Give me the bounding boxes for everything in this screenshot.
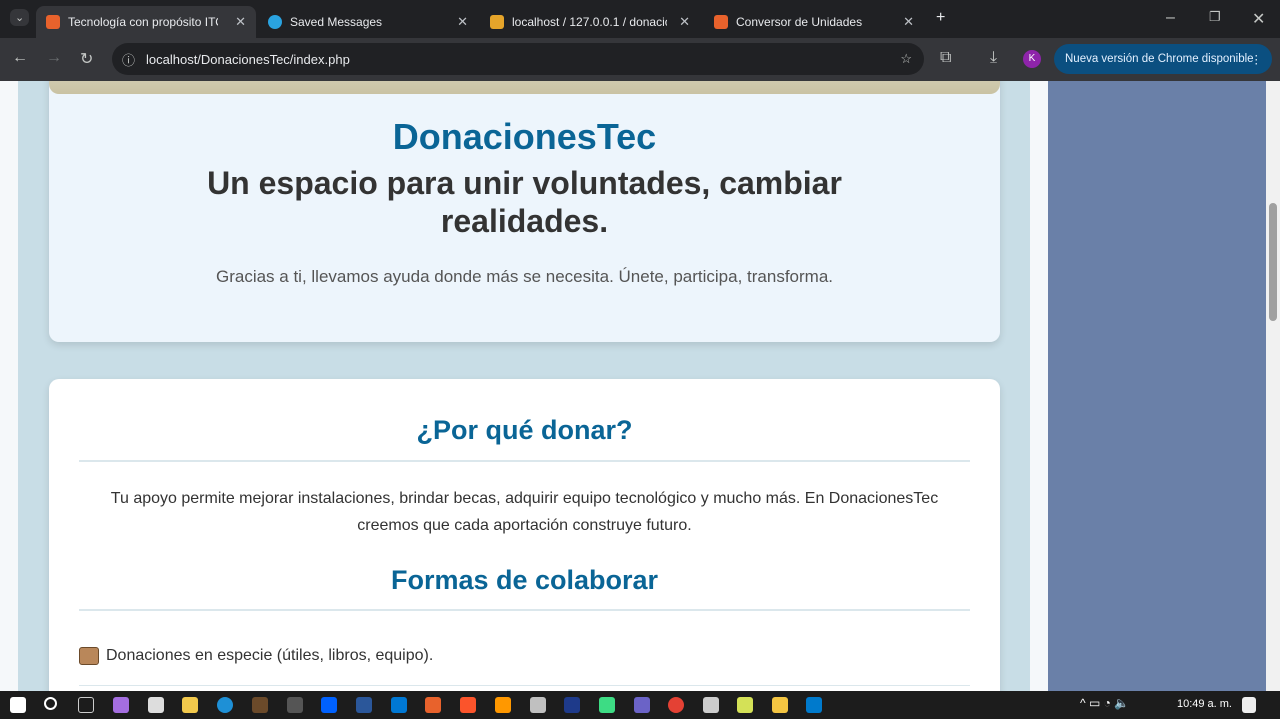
scrollbar-thumb[interactable]	[1269, 203, 1277, 321]
why-donate-heading: ¿Por qué donar?	[416, 415, 633, 445]
restore-button[interactable]: ❐	[1209, 9, 1221, 25]
divider	[79, 609, 970, 611]
info-card: ¿Por qué donar? Tu apoyo permite mejorar…	[49, 379, 1000, 691]
tab-2[interactable]: localhost / 127.0.0.1 / donacion ✕	[480, 6, 700, 38]
download-icon[interactable]: ⤓	[990, 49, 997, 67]
virtualbox-icon[interactable]	[703, 697, 719, 713]
close-tab-icon[interactable]: ✕	[235, 14, 246, 30]
system-tray-icons[interactable]: ^ ▭ ◔ 🔈	[1080, 696, 1129, 710]
divider	[79, 460, 970, 462]
tab-search-button[interactable]: ⌄	[10, 9, 30, 26]
search-icon[interactable]	[44, 697, 57, 710]
intellij-icon[interactable]	[564, 697, 580, 713]
hero-text: Gracias a ti, llevamos ayuda donde más s…	[215, 267, 834, 286]
toolbar: ← → ↻ ⓘ localhost/DonacionesTec/index.ph…	[0, 38, 1280, 81]
address-bar[interactable]: ⓘ localhost/DonacionesTec/index.php ☆	[112, 43, 924, 75]
app-icon[interactable]	[530, 697, 546, 713]
page-viewport: DonacionesTec Un espacio para unir volun…	[0, 81, 1280, 691]
sublime-icon[interactable]	[495, 697, 511, 713]
site-title: DonacionesTec	[392, 116, 657, 157]
close-tab-icon[interactable]: ✕	[457, 14, 468, 30]
clock[interactable]: 10:49 a. m.	[1177, 698, 1232, 710]
taskbar: ^ ▭ ◔ 🔈 10:49 a. m.	[0, 691, 1280, 719]
telegram-icon	[268, 15, 282, 29]
app-icon[interactable]	[287, 697, 303, 713]
word-icon[interactable]	[356, 697, 372, 713]
android-studio-icon[interactable]	[599, 697, 615, 713]
vscode-icon[interactable]	[806, 697, 822, 713]
banner-image	[49, 81, 1000, 94]
profile-avatar[interactable]: K	[1023, 50, 1041, 68]
scrollbar[interactable]	[1266, 81, 1280, 691]
package-icon	[79, 647, 99, 665]
new-tab-button[interactable]: +	[936, 9, 945, 27]
reload-button[interactable]: ↻	[80, 49, 93, 69]
hero-card: DonacionesTec Un espacio para unir volun…	[49, 81, 1000, 342]
ways-heading: Formas de colaborar	[390, 565, 659, 595]
windows-start-icon[interactable]	[10, 697, 26, 713]
tab-3[interactable]: Conversor de Unidades ✕	[704, 6, 924, 38]
file-explorer-icon[interactable]	[182, 697, 198, 713]
task-view-icon[interactable]	[78, 697, 94, 713]
outlook-icon[interactable]	[391, 697, 407, 713]
xampp-icon	[46, 15, 60, 29]
back-button[interactable]: ←	[12, 49, 28, 67]
phpmyadmin-icon	[490, 15, 504, 29]
forward-button[interactable]: →	[46, 49, 62, 67]
right-sidebar	[1048, 81, 1266, 691]
tab-bar: ⌄ Tecnología con propósito ITO ✕ Saved Me…	[0, 0, 1280, 38]
notifications-icon[interactable]	[1242, 697, 1256, 713]
tab-0[interactable]: Tecnología con propósito ITO ✕	[36, 6, 256, 38]
minimize-button[interactable]: –	[1166, 9, 1175, 27]
chrome-icon[interactable]	[668, 697, 684, 713]
close-tab-icon[interactable]: ✕	[679, 14, 690, 30]
store-icon[interactable]	[148, 697, 164, 713]
list-item: Donaciones en especie (útiles, libros, e…	[79, 647, 433, 665]
xampp-icon[interactable]	[425, 697, 441, 713]
brave-icon[interactable]	[460, 697, 476, 713]
dropbox-icon[interactable]	[321, 697, 337, 713]
tab-1[interactable]: Saved Messages ✕	[258, 6, 478, 38]
extensions-icon[interactable]: ⧉	[940, 49, 951, 67]
close-tab-icon[interactable]: ✕	[903, 14, 914, 30]
app-icon[interactable]	[634, 697, 650, 713]
minecraft-icon[interactable]	[252, 697, 268, 713]
close-window-button[interactable]: ✕	[1252, 9, 1265, 29]
menu-icon[interactable]: ⋮	[1251, 52, 1263, 66]
divider	[79, 685, 970, 686]
site-info-icon[interactable]: ⓘ	[122, 50, 135, 69]
bookmark-star-icon[interactable]: ☆	[900, 51, 912, 67]
notepad-icon[interactable]	[737, 697, 753, 713]
main-content: DonacionesTec Un espacio para unir volun…	[18, 81, 1030, 691]
xampp-icon	[714, 15, 728, 29]
app-icon[interactable]	[772, 697, 788, 713]
edge-icon[interactable]	[217, 697, 233, 713]
copilot-icon[interactable]	[113, 697, 129, 713]
why-donate-text: Tu apoyo permite mejorar instalaciones, …	[110, 490, 939, 534]
chrome-update-button[interactable]: Nueva versión de Chrome disponible ⋮	[1054, 44, 1272, 74]
hero-subtitle: Un espacio para unir voluntades, cambiar…	[207, 165, 842, 239]
